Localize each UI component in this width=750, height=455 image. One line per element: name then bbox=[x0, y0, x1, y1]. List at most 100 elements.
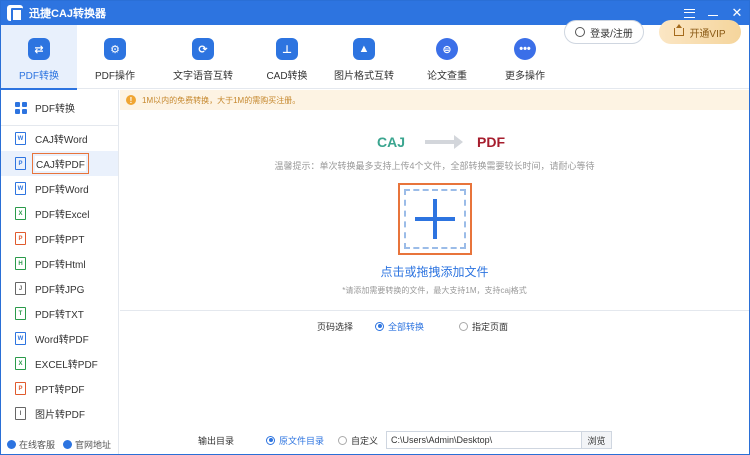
login-label: 登录/注册 bbox=[590, 28, 633, 40]
radio-custom-dir[interactable]: 自定义 bbox=[338, 434, 378, 447]
toolbar-tab-label: CAD转换 bbox=[266, 71, 308, 82]
word-file-icon: W bbox=[15, 132, 26, 145]
online-service-link[interactable]: 在线客服 bbox=[7, 438, 55, 451]
sidebar-item-label: PDF转TXT bbox=[35, 310, 84, 321]
app-window: 迅捷CAJ转换器 ✕ ⇄ PDF转换 ⚙ PDF操作 ⟳ 文字语音互转 ⊥ CAD转换 ▲ 图片格… bbox=[0, 0, 750, 455]
excel-file-icon: X bbox=[15, 207, 26, 220]
add-file-subhint: *请添加需要转换的文件，最大支持1M，支持caj格式 bbox=[342, 286, 527, 295]
toolbar-tab-0[interactable]: ⇄ PDF转换 bbox=[1, 25, 77, 90]
search-document-icon: ⊜ bbox=[436, 38, 458, 60]
app-title: 迅捷CAJ转换器 bbox=[29, 8, 107, 20]
radio-icon bbox=[375, 321, 385, 331]
globe-icon bbox=[63, 439, 73, 449]
online-service-label: 在线客服 bbox=[19, 439, 56, 450]
notice-text: 1M以内的免费转换，大于1M的需购买注册。 bbox=[142, 95, 301, 105]
toolbar-tab-label: PDF操作 bbox=[95, 71, 135, 82]
sidebar-item-label: CAJ转PDF bbox=[32, 153, 89, 174]
menu-icon bbox=[683, 8, 695, 18]
vip-button[interactable]: 开通VIP bbox=[659, 20, 741, 44]
toolbar-tab-1[interactable]: ⚙ PDF操作 bbox=[77, 25, 153, 89]
radio-icon bbox=[266, 435, 276, 445]
user-icon bbox=[575, 27, 586, 37]
dropzone-dashed-frame bbox=[404, 189, 466, 249]
pdf-file-icon: P bbox=[15, 157, 26, 170]
sidebar-item[interactable]: X PDF转Excel bbox=[1, 201, 118, 226]
radio-icon bbox=[459, 321, 469, 331]
target-format: PDF bbox=[477, 134, 505, 150]
upload-hint: 温馨提示：单次转换最多支持上传4个文件，全部转换需要较长时间，请耐心等待 bbox=[274, 161, 595, 171]
sidebar-item[interactable]: I 图片转PDF bbox=[1, 401, 118, 426]
toolbar-tab-label: 更多操作 bbox=[505, 71, 545, 82]
divider bbox=[120, 310, 749, 311]
sidebar-item[interactable]: W Word转PDF bbox=[1, 326, 118, 351]
sidebar-items: W CAJ转Word P CAJ转PDF W PDF转Word X PDF转Excel P PDF… bbox=[1, 126, 118, 426]
warning-icon: ! bbox=[126, 95, 136, 105]
radio-specify-pages-label: 指定页面 bbox=[472, 321, 509, 332]
browse-button[interactable]: 浏览 bbox=[582, 431, 613, 449]
sidebar-item-label: PDF转Html bbox=[35, 260, 86, 271]
toolbar-tab-label: PDF转换 bbox=[19, 71, 59, 82]
sidebar-item[interactable]: X EXCEL转PDF bbox=[1, 351, 118, 376]
sidebar-item[interactable]: T PDF转TXT bbox=[1, 301, 118, 326]
notice-bar: ! 1M以内的免费转换，大于1M的需购买注册。 bbox=[120, 90, 749, 110]
sidebar-item-label: PDF转JPG bbox=[35, 285, 85, 296]
swap-arrows-icon: ⇄ bbox=[28, 38, 50, 60]
sidebar-item[interactable]: P PPT转PDF bbox=[1, 376, 118, 401]
sidebar-item[interactable]: H PDF转Html bbox=[1, 251, 118, 276]
output-path-input[interactable] bbox=[386, 431, 583, 449]
jpg-file-icon: J bbox=[15, 282, 26, 295]
pdf-file-icon: P bbox=[15, 382, 26, 395]
toolbar-tab-4[interactable]: ▲ 图片格式互转 bbox=[321, 25, 407, 89]
word-file-icon: W bbox=[15, 182, 26, 195]
sidebar-header: PDF转换 bbox=[1, 90, 118, 126]
close-icon: ✕ bbox=[731, 5, 743, 20]
vip-label: 开通VIP bbox=[689, 28, 726, 40]
add-file-label[interactable]: 点击或拖拽添加文件 bbox=[120, 263, 749, 280]
radio-convert-all[interactable]: 全部转换 bbox=[375, 320, 424, 333]
radio-specify-pages[interactable]: 指定页面 bbox=[459, 320, 508, 333]
radio-icon bbox=[338, 435, 348, 445]
gear-icon: ⚙ bbox=[104, 38, 126, 60]
more-dots-icon: ••• bbox=[514, 38, 536, 60]
toolbar-tab-6[interactable]: ••• 更多操作 bbox=[487, 25, 563, 89]
sidebar-item-label: PDF转Excel bbox=[35, 210, 90, 221]
sidebar-item-label: PDF转PPT bbox=[35, 235, 85, 246]
radio-source-dir[interactable]: 原文件目录 bbox=[266, 434, 324, 447]
cad-ruler-icon: ⊥ bbox=[276, 38, 298, 60]
radio-convert-all-label: 全部转换 bbox=[388, 321, 425, 332]
toolbar-tab-label: 文字语音互转 bbox=[173, 71, 233, 82]
toolbar-tab-5[interactable]: ⊜ 论文查重 bbox=[407, 25, 487, 89]
service-icon bbox=[7, 439, 16, 449]
toolbar-tab-label: 论文查重 bbox=[427, 71, 467, 82]
pdf-file-icon: W bbox=[15, 332, 26, 345]
speech-text-icon: ⟳ bbox=[192, 38, 214, 60]
toolbar-tab-2[interactable]: ⟳ 文字语音互转 bbox=[153, 25, 253, 89]
sidebar-item[interactable]: J PDF转JPG bbox=[1, 276, 118, 301]
website-link[interactable]: 官网地址 bbox=[63, 438, 111, 451]
sidebar-item-label: 图片转PDF bbox=[35, 410, 85, 421]
image-file-icon: I bbox=[15, 407, 26, 420]
conversion-flow: CAJ PDF bbox=[341, 131, 541, 153]
sidebar-item-label: EXCEL转PDF bbox=[35, 360, 98, 371]
txt-file-icon: T bbox=[15, 307, 26, 320]
sidebar-item-label: Word转PDF bbox=[35, 335, 89, 346]
sidebar: PDF转换 W CAJ转Word P CAJ转PDF W PDF转Word X PDF转Exc… bbox=[1, 90, 119, 454]
image-icon: ▲ bbox=[353, 38, 375, 60]
sidebar-item[interactable]: P CAJ转PDF bbox=[1, 151, 118, 176]
toolbar-tab-label: 图片格式互转 bbox=[334, 71, 394, 82]
arrow-right-icon bbox=[425, 135, 463, 149]
source-format: CAJ bbox=[376, 134, 405, 150]
sidebar-item[interactable]: P PDF转PPT bbox=[1, 226, 118, 251]
ppt-file-icon: P bbox=[15, 232, 26, 245]
sidebar-item[interactable]: W PDF转Word bbox=[1, 176, 118, 201]
sidebar-item-label: PPT转PDF bbox=[35, 385, 85, 396]
login-button[interactable]: 登录/注册 bbox=[564, 20, 644, 44]
app-logo-icon bbox=[7, 5, 23, 22]
toolbar-tab-3[interactable]: ⊥ CAD转换 bbox=[253, 25, 321, 89]
add-file-dropzone[interactable] bbox=[398, 183, 472, 255]
minimize-icon bbox=[708, 14, 718, 16]
page-select-row: 页码选择 全部转换 指定页面 bbox=[317, 319, 508, 333]
plus-icon bbox=[415, 199, 455, 239]
crown-icon bbox=[674, 24, 685, 36]
sidebar-item[interactable]: W CAJ转Word bbox=[1, 126, 118, 151]
